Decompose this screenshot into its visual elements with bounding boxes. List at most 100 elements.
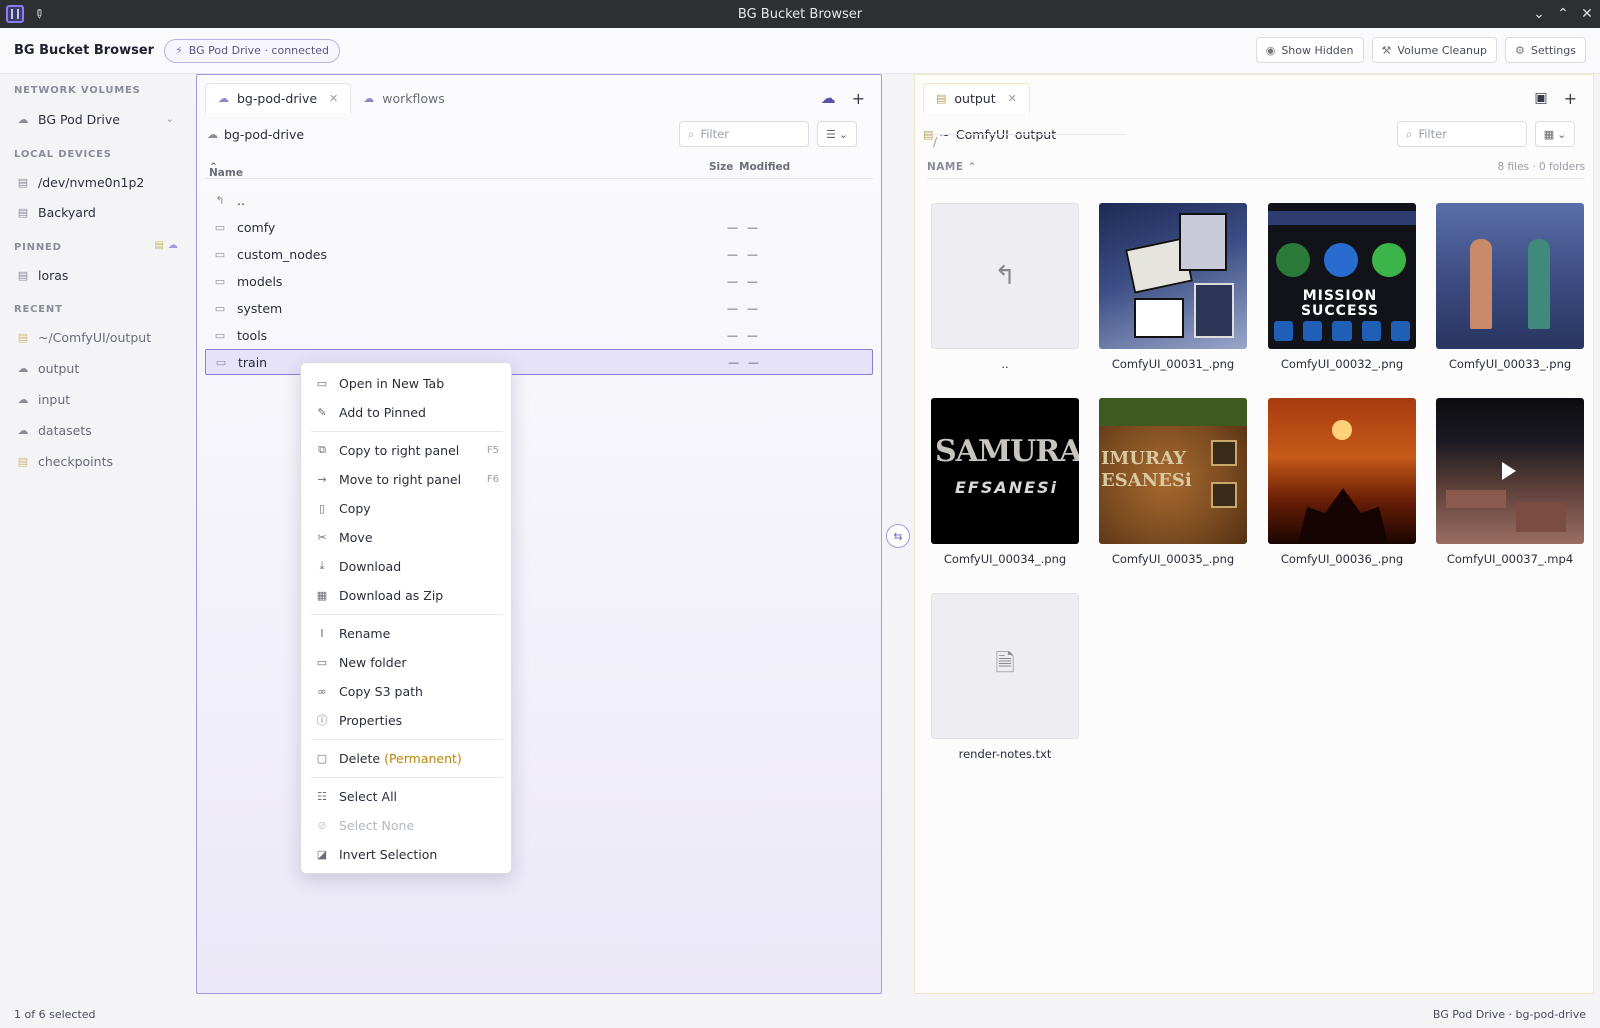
show-hidden-button[interactable]: ◉ Show Hidden <box>1255 37 1364 63</box>
tile-file[interactable]: 🗎 render-notes.txt <box>931 593 1079 761</box>
sidebar-item-recent-checkpoints[interactable]: ▤ checkpoints <box>8 448 184 474</box>
menu-delete[interactable]: ▢ Delete (Permanent) <box>309 744 505 772</box>
play-icon[interactable] <box>1502 462 1516 480</box>
settings-button[interactable]: ⚙ Settings <box>1505 37 1586 63</box>
name-column[interactable]: Name ⌃ <box>209 161 243 179</box>
close-tab-icon[interactable]: ✕ <box>1008 92 1017 105</box>
tile-file[interactable]: ComfyUI_00036_.png <box>1268 398 1416 566</box>
download-icon: ⤓ <box>319 559 325 572</box>
thumb-text: IMURAY ESANESi <box>1101 448 1192 491</box>
selection-status: 1 of 6 selected <box>14 1008 96 1021</box>
local-devices-heading: LOCAL DEVICES <box>14 149 112 160</box>
minimize-icon[interactable]: ⌄ <box>1532 6 1546 22</box>
breadcrumb[interactable]: ☁ bg-pod-drive <box>205 127 304 142</box>
row-modified: — <box>747 274 758 288</box>
sidebar-item-loras[interactable]: ▤ loras <box>8 262 184 288</box>
list-view-toggle[interactable]: ☰ ⌄ <box>817 121 857 147</box>
menu-move-right-panel[interactable]: → Move to right panel F6 <box>309 465 505 493</box>
close-window-icon[interactable]: ✕ <box>1580 6 1594 22</box>
swap-panels-button[interactable]: ⇆ <box>886 524 910 548</box>
menu-label: Open in New Tab <box>339 375 445 391</box>
connection-badge[interactable]: ⚡ BG Pod Drive · connected <box>164 38 341 63</box>
right-filter-input[interactable]: ⌕ Filter <box>1397 121 1527 147</box>
menu-divider <box>311 777 503 778</box>
drive-icon: ▤ <box>154 240 164 251</box>
left-panel[interactable]: ☁ bg-pod-drive ✕ ☁ workflows ☁ + ☁ bg-po… <box>196 74 882 994</box>
circle-slash-icon: ⊘ <box>317 818 327 832</box>
thumb-text: EFSANESi <box>955 478 1059 497</box>
name-sort-header[interactable]: NAME ⌃ <box>927 161 977 173</box>
tile-file[interactable]: MISSION SUCCESS ComfyUI_00032_.png <box>1268 203 1416 371</box>
sidebar-item-label: BG Pod Drive <box>38 111 120 127</box>
maximize-icon[interactable]: ⌃ <box>1556 6 1570 22</box>
menu-download[interactable]: ⤓ Download <box>309 552 505 580</box>
search-icon: ⌕ <box>1406 126 1413 141</box>
tile-parent-dir[interactable]: ↰ .. <box>931 203 1079 371</box>
sidebar-item-backyard[interactable]: ▤ Backyard <box>8 199 184 225</box>
cloud-source-icon[interactable]: ☁ <box>821 89 836 107</box>
menu-label: Move to right panel <box>339 471 462 487</box>
tile-file[interactable]: ComfyUI_00033_.png <box>1436 203 1584 371</box>
menu-copy[interactable]: ▯ Copy <box>309 494 505 522</box>
sidebar-item-nvme[interactable]: ▤ /dev/nvme0n1p2 <box>8 169 184 195</box>
filter-placeholder: Filter <box>700 127 729 141</box>
show-hidden-label: Show Hidden <box>1281 43 1354 57</box>
thumb-text: SUCCESS <box>1300 303 1380 319</box>
left-filter-input[interactable]: ⌕ Filter <box>679 121 809 147</box>
thumb-text: MISSION <box>1302 288 1378 304</box>
close-tab-icon[interactable]: ✕ <box>329 92 338 105</box>
tab-output[interactable]: ▤ output ✕ <box>923 83 1030 113</box>
folder-icon: ▭ <box>214 274 226 288</box>
table-row[interactable]: ▭ custom_nodes — — <box>205 241 873 267</box>
cloud-icon: ☁ <box>168 240 178 251</box>
table-row[interactable]: ▭ tools — — <box>205 322 873 348</box>
menu-copy-right-panel[interactable]: ⧉ Copy to right panel F5 <box>309 436 505 464</box>
menu-download-zip[interactable]: ▦ Download as Zip <box>309 581 505 609</box>
new-tab-icon[interactable]: + <box>852 89 865 108</box>
image-thumbnail: IMURAY ESANESi <box>1099 398 1247 544</box>
image-thumbnail <box>1436 203 1584 349</box>
menu-new-folder[interactable]: ▭ New folder <box>309 648 505 676</box>
parent-dir-row[interactable]: ↰ .. <box>205 187 873 213</box>
tile-caption: ComfyUI_00031_.png <box>1111 357 1235 371</box>
sidebar-item-recent-datasets[interactable]: ☁ datasets <box>8 417 184 443</box>
menu-properties[interactable]: ⓘ Properties <box>309 706 505 734</box>
pin-window-icon[interactable]: ✎ <box>31 5 48 22</box>
sidebar-item-recent-input[interactable]: ☁ input <box>8 386 184 412</box>
menu-invert-selection[interactable]: ◪ Invert Selection <box>309 840 505 868</box>
tile-file[interactable]: ComfyUI_00037_.mp4 <box>1436 398 1584 566</box>
grid-view-toggle[interactable]: ▦ ⌄ <box>1535 121 1575 147</box>
menu-open-new-tab[interactable]: ▭ Open in New Tab <box>309 369 505 397</box>
table-row[interactable]: ▭ comfy — — <box>205 214 873 240</box>
row-modified: — <box>747 301 758 315</box>
new-tab-icon[interactable]: + <box>1564 89 1577 108</box>
tab-bg-pod-drive[interactable]: ☁ bg-pod-drive ✕ <box>205 83 352 113</box>
volume-cleanup-button[interactable]: ⚒ Volume Cleanup <box>1371 37 1497 63</box>
right-panel[interactable]: ▤ output ✕ ▣ + ▤ ~ / ComfyUI / output ⌕ … <box>914 74 1594 994</box>
tile-file[interactable]: ComfyUI_00031_.png <box>1099 203 1247 371</box>
row-name: custom_nodes <box>237 246 327 262</box>
window-title: BG Bucket Browser <box>737 6 863 22</box>
menu-move[interactable]: ✂ Move <box>309 523 505 551</box>
menu-label: Properties <box>339 712 403 728</box>
sidebar-item-bg-pod-drive[interactable]: ☁ BG Pod Drive ⌄ <box>8 106 184 132</box>
tile-file[interactable]: IMURAY ESANESi ComfyUI_00035_.png <box>1099 398 1247 566</box>
drive-icon: ▤ <box>17 330 29 344</box>
menu-copy-s3-path[interactable]: ∞ Copy S3 path <box>309 677 505 705</box>
sidebar-item-recent-comfy-output[interactable]: ▤ ~/ComfyUI/output <box>8 324 184 350</box>
row-name: comfy <box>237 219 276 235</box>
size-column[interactable]: Size <box>709 161 733 173</box>
menu-rename[interactable]: I Rename <box>309 619 505 647</box>
tab-workflows[interactable]: ☁ workflows <box>351 83 457 113</box>
chevron-down-icon[interactable]: ⌄ <box>166 114 174 125</box>
sidebar-item-recent-output[interactable]: ☁ output <box>8 355 184 381</box>
modified-column[interactable]: Modified <box>739 161 790 173</box>
table-row[interactable]: ▭ models — — <box>205 268 873 294</box>
row-size: — <box>728 355 739 369</box>
menu-add-pinned[interactable]: ✎ Add to Pinned <box>309 398 505 426</box>
menu-select-all[interactable]: ☷ Select All <box>309 782 505 810</box>
local-device-icon[interactable]: ▣ <box>1534 90 1547 106</box>
table-row[interactable]: ▭ system — — <box>205 295 873 321</box>
tile-file[interactable]: SAMURAY EFSANESi ComfyUI_00034_.png <box>931 398 1079 566</box>
sidebar-item-label: output <box>38 360 80 376</box>
